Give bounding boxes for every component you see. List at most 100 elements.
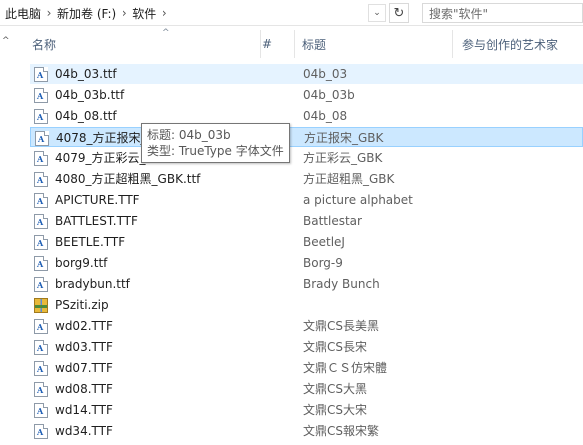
file-row[interactable]: A 4079_方正彩云_ 方正彩云_GBK <box>30 148 583 168</box>
file-row[interactable]: A 04b_03.ttf 04b_03 <box>30 64 583 84</box>
font-file-icon: A <box>34 319 48 334</box>
file-row[interactable]: Abradybun.ttf Brady Bunch <box>30 274 583 294</box>
font-glyph-icon: A <box>37 175 44 185</box>
font-file-icon: A <box>34 277 48 292</box>
column-artist[interactable]: 参与创作的艺术家 <box>452 26 583 62</box>
zip-file-icon <box>34 298 48 313</box>
file-list[interactable]: A 04b_03.ttf 04b_03 A 04b_03b.ttf 04b_03b A 04b… <box>30 64 583 445</box>
column-divider[interactable] <box>260 30 261 58</box>
file-title: 方正彩云_GBK <box>303 151 383 165</box>
file-row[interactable]: Awd02.TTF 文鼎CS長美黑 <box>30 316 583 336</box>
navigation-pane[interactable]: ^ <box>0 26 14 445</box>
file-name: 4080_方正超粗黑_GBK.ttf <box>55 172 201 186</box>
font-glyph-icon: A <box>37 322 44 332</box>
font-file-icon: A <box>34 193 48 208</box>
tooltip-type: 类型: TrueType 字体文件 <box>147 144 284 158</box>
font-glyph-icon: A <box>37 385 44 395</box>
column-title-label: 标题 <box>302 37 327 52</box>
chevron-right-icon[interactable]: › <box>157 6 171 20</box>
font-file-icon: A <box>34 340 48 355</box>
file-title: 文鼎CS大黑 <box>303 382 367 396</box>
font-file-icon: A <box>34 88 48 103</box>
file-row[interactable]: Aborg9.ttf Borg-9 <box>30 253 583 273</box>
scroll-up-icon[interactable]: ^ <box>2 36 10 46</box>
file-title: 文鼎ＣＳ仿宋體 <box>303 361 388 375</box>
file-row[interactable]: A 4078_方正报宋_ 方正报宋_GBK <box>30 127 583 147</box>
file-row[interactable]: A APICTURE.TTF a picture alphabet <box>30 190 583 210</box>
file-name: BATTLEST.TTF <box>55 214 138 228</box>
font-file-icon: A <box>34 214 48 229</box>
file-row[interactable]: A BEETLE.TTF BeetleJ <box>30 232 583 252</box>
file-title: Borg-9 <box>303 256 343 270</box>
chevron-right-icon[interactable]: › <box>42 6 56 20</box>
address-history-dropdown[interactable]: ⌄ <box>368 4 386 22</box>
file-title: 04b_03b <box>303 88 355 102</box>
file-name: wd08.TTF <box>55 382 113 396</box>
file-row[interactable]: Awd14.TTF 文鼎CS大宋 <box>30 400 583 420</box>
file-row[interactable]: A BATTLEST.TTF Battlestar <box>30 211 583 231</box>
chevron-down-icon: ⌄ <box>373 8 381 18</box>
column-artist-label: 参与创作的艺术家 <box>462 37 559 52</box>
file-name: 04b_08.ttf <box>55 109 117 123</box>
font-glyph-icon: A <box>37 154 44 164</box>
column-name-label: 名称 <box>32 37 57 52</box>
font-file-icon: A <box>34 172 48 187</box>
font-file-icon: A <box>34 361 48 376</box>
font-file-icon: A <box>34 424 48 439</box>
font-file-icon: A <box>34 67 48 82</box>
file-title: 文鼎CS長宋 <box>303 340 367 354</box>
file-row[interactable]: A 4080_方正超粗黑_GBK.ttf 方正超粗黑_GBK <box>30 169 583 189</box>
file-row[interactable]: Awd08.TTF 文鼎CS大黑 <box>30 379 583 399</box>
column-divider[interactable] <box>294 30 295 58</box>
font-glyph-icon: A <box>37 343 44 353</box>
font-file-icon: A <box>34 235 48 250</box>
file-row[interactable]: Awd34.TTF 文鼎CS報宋繁 <box>30 421 583 441</box>
file-name: wd34.TTF <box>55 424 113 438</box>
breadcrumb: 此电脑 › 新加卷 (F:) › 软件 › <box>4 4 386 22</box>
file-tooltip: 标题: 04b_03b 类型: TrueType 字体文件 <box>141 123 290 163</box>
font-file-icon: A <box>34 403 48 418</box>
file-name: PSziti.zip <box>55 298 109 312</box>
file-title: 04b_08 <box>303 109 348 123</box>
file-name: borg9.ttf <box>55 256 108 270</box>
breadcrumb-drive[interactable]: 新加卷 (F:) <box>56 5 117 22</box>
font-glyph-icon: A <box>37 217 44 227</box>
file-row[interactable]: Awd07.TTF 文鼎ＣＳ仿宋體 <box>30 358 583 378</box>
file-row[interactable]: PSziti.zip <box>30 295 583 315</box>
file-name: wd03.TTF <box>55 340 113 354</box>
font-glyph-icon: A <box>37 427 44 437</box>
search-input[interactable]: 搜索"软件" <box>422 3 583 23</box>
file-name: 4079_方正彩云_ <box>55 151 146 165</box>
file-name: APICTURE.TTF <box>55 193 140 207</box>
file-title: BeetleJ <box>303 235 345 249</box>
font-glyph-icon: A <box>38 134 45 144</box>
font-glyph-icon: A <box>37 196 44 206</box>
chevron-right-icon[interactable]: › <box>117 6 131 20</box>
font-glyph-icon: A <box>37 280 44 290</box>
tooltip-title: 标题: 04b_03b <box>147 128 231 142</box>
font-file-icon: A <box>34 382 48 397</box>
font-file-icon: A <box>34 256 48 271</box>
file-name: wd14.TTF <box>55 403 113 417</box>
column-name[interactable]: 名称 <box>32 26 262 62</box>
column-title[interactable]: 标题 <box>296 26 451 62</box>
column-number[interactable]: # <box>262 26 296 62</box>
font-glyph-icon: A <box>37 70 44 80</box>
file-title: 方正超粗黑_GBK <box>303 172 395 186</box>
font-file-icon: A <box>35 131 49 146</box>
file-name: 4078_方正报宋_ <box>56 131 147 145</box>
refresh-button[interactable]: ↻ <box>389 3 409 23</box>
file-name: wd02.TTF <box>55 319 113 333</box>
file-row[interactable]: A 04b_08.ttf 04b_08 <box>30 106 583 126</box>
file-name: 04b_03b.ttf <box>55 88 125 102</box>
column-header: ^ 名称 # 标题 参与创作的艺术家 <box>24 26 583 62</box>
file-row[interactable]: Awd03.TTF 文鼎CS長宋 <box>30 337 583 357</box>
breadcrumb-this-pc[interactable]: 此电脑 <box>4 5 42 22</box>
file-title: Battlestar <box>303 214 362 228</box>
font-file-icon: A <box>34 109 48 124</box>
breadcrumb-folder[interactable]: 软件 <box>131 5 157 22</box>
address-bar: 此电脑 › 新加卷 (F:) › 软件 › ⌄ ↻ 搜索"软件" <box>0 0 583 26</box>
font-glyph-icon: A <box>37 259 44 269</box>
file-title: 方正报宋_GBK <box>304 131 384 145</box>
file-row[interactable]: A 04b_03b.ttf 04b_03b <box>30 85 583 105</box>
